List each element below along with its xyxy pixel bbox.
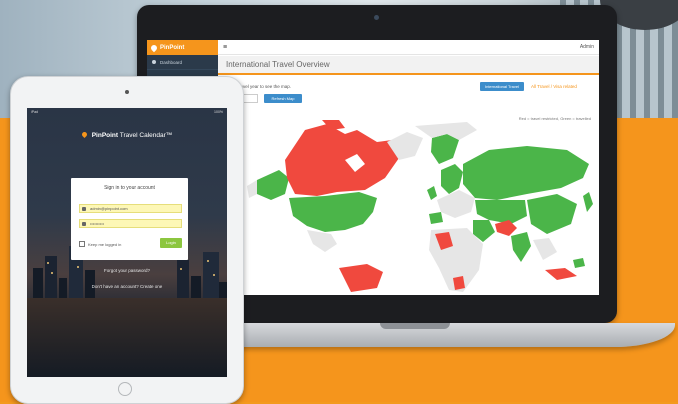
sidebar-item-label: Dashboard [160, 59, 183, 65]
ipad-screen: iPad 100% PinPoint Travel Calendar™ Sign… [27, 108, 227, 377]
country-india[interactable] [511, 232, 531, 262]
country-china[interactable] [527, 194, 577, 234]
country-alaska[interactable] [257, 170, 289, 200]
username-field[interactable]: admin@pinpoint.com [79, 204, 182, 213]
forgot-password-link[interactable]: Forgot your password? [27, 268, 227, 273]
user-icon [82, 207, 86, 211]
region-europe[interactable] [437, 190, 475, 218]
remember-label: Keep me logged in [88, 241, 122, 247]
country-canada[interactable] [285, 124, 399, 196]
country-philippines[interactable] [573, 258, 585, 268]
country-angola[interactable] [453, 276, 465, 290]
country-south-america[interactable] [339, 264, 383, 292]
topbar: ≡ Admin [218, 40, 599, 55]
username-value: admin@pinpoint.com [90, 206, 128, 211]
user-menu[interactable]: Admin [580, 44, 594, 50]
remember-me[interactable]: Keep me logged in [79, 241, 121, 247]
login-header: Sign in to your account [104, 185, 155, 191]
pin-icon [80, 130, 88, 139]
country-greenland[interactable] [431, 134, 459, 164]
menu-icon[interactable]: ≡ [223, 44, 227, 51]
ipad-home-button[interactable] [118, 382, 132, 396]
pin-icon [149, 43, 159, 52]
country-russia[interactable] [463, 146, 589, 200]
brand[interactable]: PinPoint [147, 40, 218, 55]
brand-label: PinPoint [160, 44, 185, 51]
app-title: PinPoint Travel Calendar™ [27, 130, 227, 139]
international-travel-button[interactable]: International Travel [480, 82, 524, 91]
status-bar: iPad 100% [31, 110, 223, 116]
country-usa[interactable] [289, 192, 377, 232]
login-panel: Sign in to your account admin@pinpoint.c… [71, 178, 188, 260]
password-value: •••••••••• [90, 221, 105, 226]
status-device: iPad [31, 110, 39, 114]
country-japan[interactable] [583, 192, 593, 212]
lock-icon [82, 222, 86, 226]
app-subtitle: Travel Calendar™ [119, 132, 173, 139]
laptop-camera [374, 15, 379, 20]
world-map[interactable] [227, 120, 597, 295]
sidebar-item-dashboard[interactable]: Dashboard [147, 55, 218, 70]
country-spain[interactable] [429, 212, 443, 224]
country-indonesia[interactable] [545, 268, 577, 280]
page-title: International Travel Overview [218, 56, 599, 75]
visa-link[interactable]: All Travel / Visa related [531, 84, 577, 89]
user-icon [152, 60, 156, 64]
country-uk[interactable] [427, 186, 437, 200]
ipad-camera [125, 90, 129, 94]
country-west-coast[interactable] [247, 180, 257, 198]
city-lights [27, 298, 227, 377]
country-scandinavia[interactable] [441, 164, 463, 194]
app-brand: PinPoint [91, 132, 119, 139]
refresh-map-button[interactable]: Refresh Map [264, 94, 302, 103]
status-battery: 100% [214, 110, 223, 114]
register-link[interactable]: Don't have an account? Create one [27, 284, 227, 289]
laptop-notch [380, 323, 450, 329]
password-field[interactable]: •••••••••• [79, 219, 182, 228]
remember-checkbox[interactable] [79, 241, 85, 247]
region-se-asia[interactable] [533, 238, 557, 260]
country-mexico[interactable] [307, 230, 337, 252]
login-button[interactable]: Login [160, 238, 182, 248]
map-controls: Select travel year to see the map. 2015 … [218, 78, 599, 108]
